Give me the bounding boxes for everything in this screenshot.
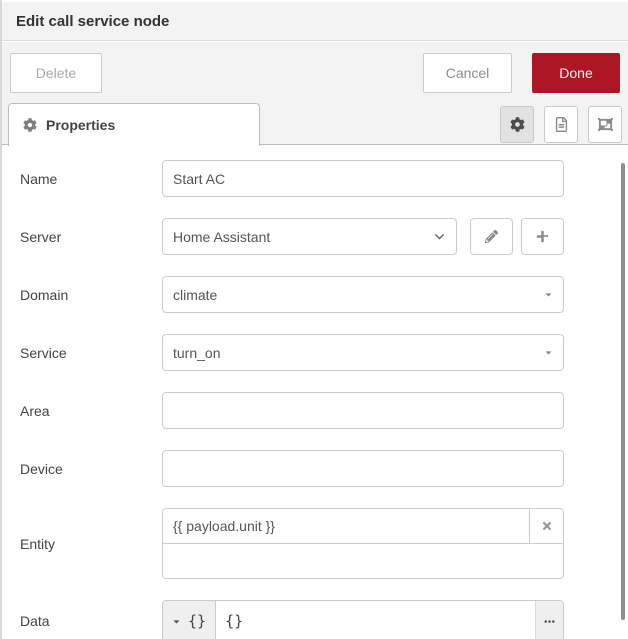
dialog-toolbar: Delete Cancel Done (2, 42, 628, 103)
data-value-input[interactable]: {} (216, 601, 535, 639)
close-icon (541, 520, 553, 532)
expand-editor-button[interactable] (535, 601, 563, 639)
object-group-icon (598, 117, 613, 132)
area-row: Area (20, 392, 628, 429)
domain-select[interactable]: climate (162, 276, 564, 313)
caret-down-icon (544, 290, 553, 299)
gear-icon (510, 117, 525, 132)
tab-properties[interactable]: Properties (8, 103, 260, 146)
vertical-scrollbar-thumb[interactable] (621, 163, 625, 620)
name-input[interactable] (162, 160, 564, 197)
caret-down-icon (544, 348, 553, 357)
edit-server-button[interactable] (470, 218, 513, 255)
properties-form: Name Server Home Assistant Domai (2, 146, 628, 639)
tab-bar: Properties (2, 103, 628, 145)
dialog-header: Edit call service node (2, 2, 628, 41)
area-label: Area (20, 403, 162, 419)
add-server-button[interactable] (521, 218, 564, 255)
entity-list: {{ payload.unit }} (162, 508, 564, 579)
data-label: Data (20, 613, 162, 629)
domain-label: Domain (20, 287, 162, 303)
device-input[interactable] (162, 450, 564, 487)
device-label: Device (20, 461, 162, 477)
service-row: Service turn_on (20, 334, 628, 371)
entity-item-value[interactable]: {{ payload.unit }} (163, 509, 529, 543)
entity-label: Entity (20, 536, 162, 552)
view-toggle-group (500, 106, 622, 143)
appearance-view-button[interactable] (588, 106, 622, 143)
file-icon (554, 117, 569, 132)
caret-down-icon (172, 617, 181, 626)
entity-list-item[interactable]: {{ payload.unit }} (163, 509, 563, 544)
entity-list-empty-area[interactable] (163, 544, 563, 578)
delete-button[interactable]: Delete (10, 53, 102, 93)
server-select-value: Home Assistant (173, 229, 433, 245)
gear-icon (23, 118, 37, 132)
name-row: Name (20, 160, 628, 197)
area-input[interactable] (162, 392, 564, 429)
properties-view-button[interactable] (500, 106, 534, 143)
dialog-title: Edit call service node (16, 13, 169, 30)
data-typed-input: {} {} (162, 600, 564, 639)
domain-row: Domain climate (20, 276, 628, 313)
pencil-icon (485, 230, 498, 243)
ellipsis-icon (543, 615, 556, 628)
data-row: Data {} {} (20, 600, 628, 639)
cancel-button[interactable]: Cancel (423, 53, 512, 93)
service-select[interactable]: turn_on (162, 334, 564, 371)
tab-properties-label: Properties (46, 117, 115, 133)
edit-node-dialog: Edit call service node Delete Cancel Don… (0, 0, 628, 639)
plus-icon (536, 230, 549, 243)
done-button[interactable]: Done (532, 53, 620, 93)
json-type-icon: {} (188, 612, 206, 630)
service-select-value: turn_on (173, 345, 544, 361)
server-row: Server Home Assistant (20, 218, 628, 255)
chevron-down-icon (433, 230, 446, 243)
server-label: Server (20, 229, 162, 245)
service-label: Service (20, 345, 162, 361)
device-row: Device (20, 450, 628, 487)
data-type-dropdown[interactable]: {} (163, 601, 216, 639)
description-view-button[interactable] (544, 106, 578, 143)
remove-entity-button[interactable] (529, 509, 563, 543)
name-label: Name (20, 171, 162, 187)
entity-row: Entity {{ payload.unit }} (20, 508, 628, 579)
server-select[interactable]: Home Assistant (162, 218, 457, 255)
domain-select-value: climate (173, 287, 544, 303)
